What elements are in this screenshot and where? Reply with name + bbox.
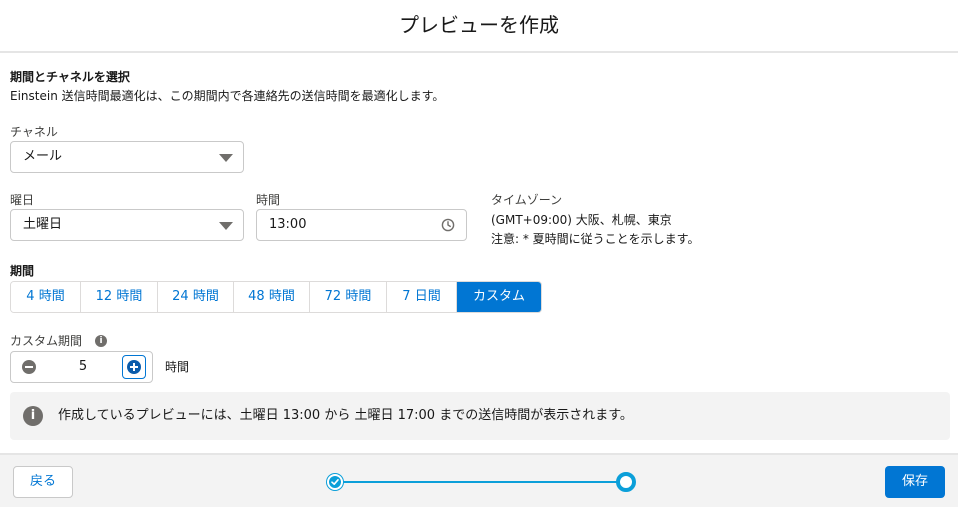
section-description: Einstein 送信時間最適化は、この期間内で各連絡先の送信時間を最適化します…	[10, 89, 445, 103]
time-input-value: 13:00	[269, 217, 307, 232]
channel-select-value: メール	[23, 149, 63, 164]
period-option-48h[interactable]: 48 時間	[234, 282, 310, 312]
period-button-group: 4 時間 12 時間 24 時間 48 時間 72 時間 7 日間 カスタム	[10, 281, 542, 313]
timezone-value: (GMT+09:00) 大阪、札幌、東京	[491, 213, 672, 227]
period-option-custom[interactable]: カスタム	[457, 282, 541, 312]
time-input[interactable]: 13:00	[256, 209, 467, 241]
info-icon[interactable]: i	[95, 335, 107, 347]
chevron-down-icon	[219, 154, 233, 162]
custom-period-stepper: 5	[10, 351, 153, 383]
preview-notice: i 作成しているプレビューには、土曜日 13:00 から 土曜日 17:00 ま…	[10, 392, 950, 440]
timezone-label: タイムゾーン	[491, 193, 563, 207]
period-option-12h[interactable]: 12 時間	[81, 282, 158, 312]
day-label: 曜日	[10, 193, 35, 207]
progress-step-completed[interactable]	[327, 474, 343, 490]
modal-footer: 戻る 保存	[0, 453, 958, 507]
custom-period-label: カスタム期間	[10, 334, 83, 348]
timezone-note: 注意: * 夏時間に従うことを示します。	[491, 232, 700, 246]
page-title: プレビューを作成	[399, 13, 559, 37]
channel-select[interactable]: メール	[10, 141, 244, 173]
period-label: 期間	[10, 264, 35, 278]
clock-icon[interactable]	[441, 218, 455, 232]
increment-button[interactable]	[122, 355, 146, 379]
save-button[interactable]: 保存	[885, 466, 945, 498]
notice-text: 作成しているプレビューには、土曜日 13:00 から 土曜日 17:00 までの…	[58, 408, 633, 423]
period-option-4h[interactable]: 4 時間	[11, 282, 81, 312]
plus-icon	[127, 360, 141, 374]
progress-bar	[343, 481, 618, 483]
minus-icon[interactable]	[22, 360, 36, 374]
period-option-24h[interactable]: 24 時間	[158, 282, 234, 312]
modal-header: プレビューを作成	[0, 0, 958, 53]
chevron-down-icon	[219, 222, 233, 230]
back-button[interactable]: 戻る	[13, 466, 73, 498]
period-option-7d[interactable]: 7 日間	[387, 282, 457, 312]
day-select[interactable]: 土曜日	[10, 209, 244, 241]
info-icon: i	[23, 406, 43, 426]
period-option-72h[interactable]: 72 時間	[310, 282, 387, 312]
channel-label: チャネル	[10, 125, 58, 139]
custom-period-value[interactable]: 5	[71, 352, 95, 382]
day-select-value: 土曜日	[23, 217, 63, 232]
time-label: 時間	[256, 193, 281, 207]
check-icon	[331, 479, 339, 485]
custom-period-unit: 時間	[165, 360, 190, 374]
progress-step-current[interactable]	[616, 472, 636, 492]
section-title: 期間とチャネルを選択	[10, 70, 130, 84]
